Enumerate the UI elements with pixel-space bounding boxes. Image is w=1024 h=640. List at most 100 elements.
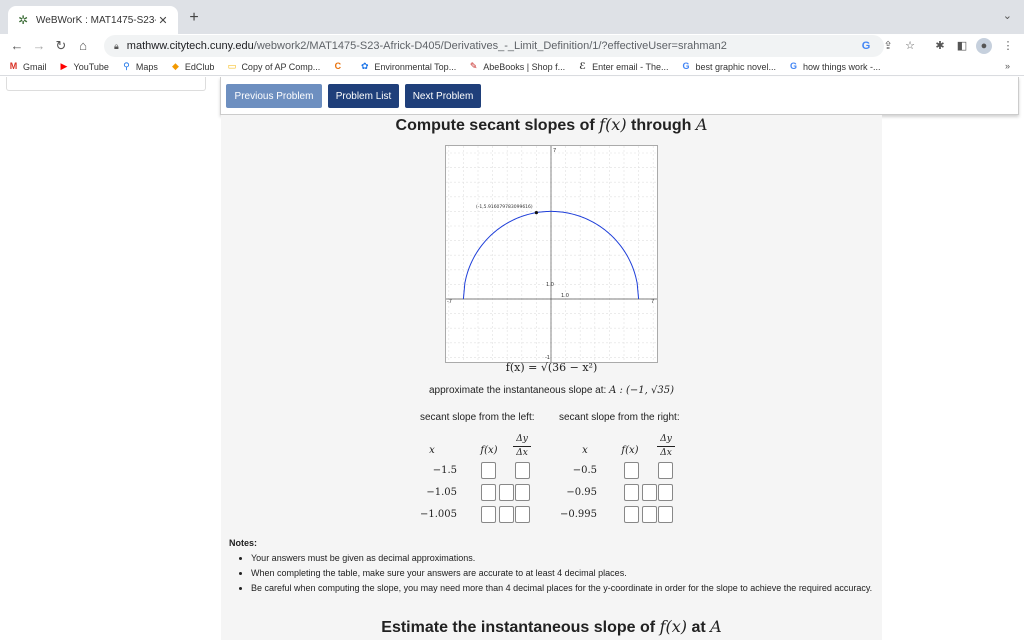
left-slope-input[interactable] xyxy=(499,506,514,523)
reload-icon[interactable]: ↻ xyxy=(52,37,70,55)
function-formula: f(x) = √(36 − x²) xyxy=(505,361,598,374)
url-path: /webwork2/MAT1475-S23-Africk-D405/Deriva… xyxy=(253,40,727,52)
tab-search-chevron-icon[interactable]: ⌄ xyxy=(1003,9,1012,22)
bookmark-item[interactable]: C xyxy=(332,61,347,72)
notes-header: Notes: xyxy=(229,538,258,548)
google-translate-icon[interactable]: G xyxy=(858,38,874,54)
bookmark-item[interactable]: ✎ AbeBooks | Shop f... xyxy=(468,61,565,72)
right-slope-input[interactable] xyxy=(658,462,673,479)
note-item: Your answers must be given as decimal ap… xyxy=(251,551,874,566)
note-item: Be careful when computing the slope, you… xyxy=(251,581,874,596)
bookmark-label: how things work -... xyxy=(803,61,881,72)
slides-icon: ▭ xyxy=(227,61,237,71)
right-fx-input[interactable] xyxy=(624,484,639,501)
bookmark-item[interactable]: M Gmail xyxy=(8,61,47,72)
left-sidebar-panel xyxy=(6,77,206,91)
problem-list-button[interactable]: Problem List xyxy=(328,84,399,108)
close-tab-icon[interactable]: ✕ xyxy=(156,14,170,27)
right-slope-input[interactable] xyxy=(642,506,657,523)
left-slope-input[interactable] xyxy=(515,506,530,523)
approximate-instruction: approximate the instantaneous slope at: … xyxy=(428,385,675,396)
webwork-favicon-icon: ✲ xyxy=(17,13,29,27)
bookmark-label: Gmail xyxy=(23,61,47,72)
problem-body: Compute secant slopes of f(x) through A … xyxy=(221,115,882,640)
section-title-secant: Compute secant slopes of f(x) through A xyxy=(395,115,708,134)
function-graph: (-1,5.916079783099616) -7 7 7 -1 1.0 1.0 xyxy=(445,145,658,363)
left-fx-input[interactable] xyxy=(481,484,496,501)
bookmark-item[interactable]: Ghow things work -... xyxy=(788,61,881,72)
tick-label-right: 7 xyxy=(651,299,654,305)
tick-label-y-one: 1.0 xyxy=(546,282,554,288)
right-slope-input[interactable] xyxy=(658,506,673,523)
browser-menu-kebab-icon[interactable]: ⋮ xyxy=(1000,38,1016,54)
browser-tab[interactable]: ✲ WeBWorK : MAT1475-S23-Afr ✕ xyxy=(8,6,178,34)
forward-arrow-icon[interactable]: → xyxy=(30,37,48,55)
left-slope-input[interactable] xyxy=(515,484,530,501)
section-title-estimate: Estimate the instantaneous slope of f(x)… xyxy=(381,617,722,636)
bookmark-label: YouTube xyxy=(73,61,109,72)
bookmark-label: Maps xyxy=(135,61,158,72)
right-x-value: −0.5 xyxy=(572,465,597,476)
bookmarks-overflow-icon[interactable]: » xyxy=(1005,61,1010,71)
graph-svg: (-1,5.916079783099616) -7 7 7 -1 1.0 1.0 xyxy=(446,146,657,362)
back-arrow-icon[interactable]: ← xyxy=(8,37,26,55)
right-fx-input[interactable] xyxy=(624,462,639,479)
youtube-icon: ▶ xyxy=(60,61,68,71)
point-a xyxy=(534,211,538,215)
abebooks-icon: ✎ xyxy=(469,61,478,71)
notes-section: Notes: Your answers must be given as dec… xyxy=(229,536,874,596)
bookmark-label: Enter email - The... xyxy=(592,61,669,72)
secant-right-label: secant slope from the right: xyxy=(559,412,680,423)
extensions-puzzle-icon[interactable]: ✱ xyxy=(932,38,948,54)
left-col-x-header: x xyxy=(429,445,435,456)
bookmark-label: AbeBooks | Shop f... xyxy=(483,61,566,72)
bookmark-item[interactable]: ⚲ Maps xyxy=(121,61,158,72)
tick-label-top: 7 xyxy=(553,148,556,154)
email-icon: ℰ xyxy=(579,61,586,71)
bookmark-item[interactable]: ▭ Copy of AP Comp... xyxy=(226,61,321,72)
left-slope-input[interactable] xyxy=(499,484,514,501)
bookmark-item[interactable]: ℰ Enter email - The... xyxy=(577,61,668,72)
tick-label-left: -7 xyxy=(447,299,452,305)
note-item: When completing the table, make sure you… xyxy=(251,566,874,581)
right-x-value: −0.995 xyxy=(559,509,597,520)
address-bar[interactable]: 🔒︎ mathww.citytech.cuny.edu/webwork2/MAT… xyxy=(104,35,884,57)
right-x-value: −0.95 xyxy=(566,487,597,498)
google-icon: G xyxy=(682,61,690,71)
maps-pin-icon: ⚲ xyxy=(123,61,130,71)
tick-label-x-one: 1.0 xyxy=(561,293,569,299)
profile-avatar-icon[interactable]: ● xyxy=(976,38,992,54)
home-icon[interactable]: ⌂ xyxy=(74,37,92,55)
problem-nav-panel: Previous Problem Problem List Next Probl… xyxy=(220,77,1019,115)
left-x-value: −1.5 xyxy=(432,465,457,476)
right-col-slope-header: Δy Δx xyxy=(657,434,675,459)
edclub-icon: ◆ xyxy=(171,61,179,71)
secant-left-label: secant slope from the left: xyxy=(420,412,535,423)
left-fx-input[interactable] xyxy=(481,462,496,479)
left-col-fx-header: f(x) xyxy=(480,445,498,456)
bookmarks-bar: M Gmail ▶ YouTube ⚲ Maps ◆ EdClub ▭ Copy of AP Co… xyxy=(0,58,1024,76)
bookmark-star-icon[interactable]: ☆ xyxy=(902,38,918,54)
tab-title: WeBWorK : MAT1475-S23-Afr xyxy=(36,14,156,26)
right-fx-input[interactable] xyxy=(624,506,639,523)
previous-problem-button[interactable]: Previous Problem xyxy=(226,84,322,108)
lock-icon: 🔒︎ xyxy=(114,40,119,51)
gmail-icon: M xyxy=(9,61,18,71)
c-logo-icon: C xyxy=(334,61,342,71)
right-slope-input[interactable] xyxy=(658,484,673,501)
share-icon[interactable]: ⇪ xyxy=(880,38,896,54)
right-slope-input[interactable] xyxy=(642,484,657,501)
next-problem-button[interactable]: Next Problem xyxy=(405,84,481,108)
bookmark-item[interactable]: ◆ EdClub xyxy=(170,61,215,72)
tab-strip: ✲ WeBWorK : MAT1475-S23-Afr ✕ + ⌄ xyxy=(0,0,1024,34)
new-tab-button[interactable]: + xyxy=(184,8,204,28)
left-slope-input[interactable] xyxy=(515,462,530,479)
left-x-value: −1.05 xyxy=(426,487,457,498)
bookmark-item[interactable]: Gbest graphic novel... xyxy=(680,61,776,72)
side-panel-icon[interactable]: ◧ xyxy=(954,38,970,54)
left-fx-input[interactable] xyxy=(481,506,496,523)
bookmark-item[interactable]: ▶ YouTube xyxy=(59,61,109,72)
bookmark-item[interactable]: ✿ Environmental Top... xyxy=(359,61,456,72)
google-icon: G xyxy=(790,61,798,71)
browser-toolbar: ← → ↻ ⌂ 🔒︎ mathww.citytech.cuny.edu/webw… xyxy=(0,34,1024,58)
